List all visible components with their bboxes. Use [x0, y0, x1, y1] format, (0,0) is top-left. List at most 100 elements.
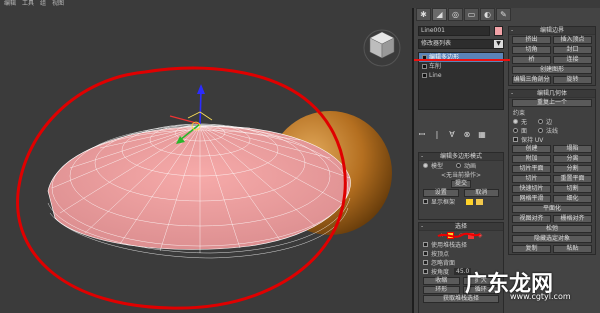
tab-modify[interactable]: ◢: [432, 8, 447, 21]
paste-button[interactable]: 粘贴: [553, 245, 592, 253]
rollout-header[interactable]: - 编辑边界: [509, 27, 595, 35]
detach-button[interactable]: 分离: [553, 155, 592, 163]
stack-toggle-icon[interactable]: [422, 73, 427, 78]
rollout-title: 编辑几何体: [536, 90, 567, 97]
radio-edge[interactable]: [538, 119, 544, 124]
shrink-button[interactable]: 收缩: [423, 276, 460, 285]
grid-align-button[interactable]: 栅格对齐: [553, 215, 592, 223]
slice-plane-button[interactable]: 切片平面: [512, 165, 551, 173]
object-color-swatch[interactable]: [494, 26, 503, 36]
tab-display[interactable]: ◐: [480, 8, 495, 21]
commit-button[interactable]: 提交: [450, 179, 471, 188]
cage-color-swatch[interactable]: [466, 198, 474, 205]
radio-none[interactable]: [513, 119, 518, 124]
reset-plane-button[interactable]: 重置平面: [553, 175, 592, 183]
viewport-canvas[interactable]: [0, 8, 412, 313]
preserve-uv-checkbox[interactable]: [513, 137, 518, 142]
create-button[interactable]: 创建: [512, 145, 551, 153]
collapse-button[interactable]: 塌陷: [553, 145, 592, 153]
object-name-field[interactable]: Line001: [418, 26, 490, 36]
mode-radio-row: 模型 动画: [419, 161, 503, 170]
menu-item-group[interactable]: 组: [40, 0, 46, 8]
tab-hierarchy[interactable]: ◎: [448, 8, 463, 21]
make-unique-icon[interactable]: ∀: [448, 131, 456, 139]
radio-label: 面: [521, 128, 528, 135]
cage-sel-color-swatch[interactable]: [476, 198, 484, 205]
by-vertex-checkbox[interactable]: [423, 251, 428, 256]
show-cage-checkbox[interactable]: [423, 199, 428, 204]
extrude-button[interactable]: 挤出: [512, 36, 551, 44]
modifier-list-dropdown[interactable]: 修改器列表 ▼: [418, 39, 504, 49]
radio-model[interactable]: [423, 163, 428, 168]
attach-button[interactable]: 附加: [512, 155, 551, 163]
stack-item-label: 车削: [429, 63, 442, 70]
menu-item-edit[interactable]: 编辑: [4, 0, 16, 8]
rollout-title: 编辑多边形模式: [439, 153, 482, 160]
constraint-radio-row: 面 法线: [509, 126, 595, 135]
radio-label: 动画: [464, 163, 477, 170]
configure-sets-icon[interactable]: ▦: [478, 131, 486, 139]
cap-button[interactable]: 封口: [553, 46, 592, 54]
tab-motion[interactable]: ▭: [464, 8, 479, 21]
insert-vertex-button[interactable]: 插入顶点: [553, 36, 592, 44]
repeat-last-button[interactable]: 重复上一个: [512, 99, 592, 107]
radio-animate[interactable]: [456, 163, 462, 168]
edit-geometry-rollout: - 编辑几何体 重复上一个 约束 无 边 面 法线 保持 UV 创建 塌陷 附加 分离…: [508, 89, 596, 255]
make-planar-button[interactable]: 平面化: [512, 205, 592, 213]
tessellate-button[interactable]: 细化: [553, 195, 592, 203]
turn-button[interactable]: 旋转: [553, 76, 592, 84]
menu-item-views[interactable]: 视图: [52, 0, 64, 8]
checkbox-row: 保持 UV: [509, 135, 595, 144]
command-panel-tabs: ✱ ◢ ◎ ▭ ◐ ✎: [416, 8, 511, 22]
constraint-radio-row: 无 边: [509, 117, 595, 126]
stack-toggle-icon[interactable]: [422, 64, 427, 69]
chevron-down-icon[interactable]: ▼: [494, 40, 503, 48]
tab-utilities[interactable]: ✎: [496, 8, 511, 21]
show-cage-row: 显示框架: [419, 197, 503, 206]
edit-tri-button[interactable]: 编辑三角剖分: [512, 76, 551, 84]
radio-label: 无: [521, 119, 528, 126]
modifier-column: Line001 修改器列表 ▼ 编辑多边形 车削 Line: [418, 26, 504, 110]
connect-button[interactable]: 连接: [553, 56, 592, 64]
copy-button[interactable]: 复制: [512, 245, 551, 253]
hide-selected-button[interactable]: 隐藏选定对象: [512, 235, 592, 243]
radio-face[interactable]: [513, 128, 518, 133]
menu-item-tools[interactable]: 工具: [22, 0, 34, 8]
chamfer-button[interactable]: 切角: [512, 46, 551, 54]
show-end-result-icon[interactable]: |: [433, 131, 441, 139]
checkbox-label: 保持 UV: [521, 137, 544, 144]
ignore-back-checkbox[interactable]: [423, 260, 428, 265]
meshsmooth-button[interactable]: 网格平滑: [512, 195, 551, 203]
modifier-list-label: 修改器列表: [421, 40, 452, 47]
pin-stack-icon[interactable]: ꟷ: [418, 131, 426, 139]
bridge-button[interactable]: 桥: [512, 56, 551, 64]
cut-button[interactable]: 切割: [553, 185, 592, 193]
remove-modifier-icon[interactable]: ⊗: [463, 131, 471, 139]
radio-label: 模型: [431, 163, 444, 170]
create-shape-button[interactable]: 创建图形: [512, 66, 592, 74]
settings-button[interactable]: 设置: [423, 188, 459, 197]
use-stack-checkbox[interactable]: [423, 242, 428, 247]
quickslice-button[interactable]: 快速切片: [512, 185, 551, 193]
stack-toolbar: ꟷ | ∀ ⊗ ▦: [418, 131, 486, 139]
menu-bar: 编辑 工具 组 视图: [0, 0, 600, 8]
checkbox-label: 忽略背面: [431, 260, 456, 267]
radio-label: 法线: [546, 128, 559, 135]
tab-create[interactable]: ✱: [416, 8, 431, 21]
by-angle-checkbox[interactable]: [423, 269, 428, 274]
slice-button[interactable]: 切片: [512, 175, 551, 183]
viewport-perspective[interactable]: [0, 8, 412, 313]
rollout-header[interactable]: - 编辑几何体: [509, 90, 595, 98]
relax-button[interactable]: 松弛: [512, 225, 592, 233]
stack-item-line[interactable]: Line: [419, 71, 503, 80]
edit-borders-rollout: - 编辑边界 挤出 插入顶点 切角 封口 桥连接 创建图形 编辑三角剖分 旋转: [508, 26, 596, 86]
cancel-button[interactable]: 取消: [463, 188, 499, 197]
stack-item-lathe[interactable]: 车削: [419, 62, 503, 71]
rollout-header[interactable]: - 编辑多边形模式: [419, 153, 503, 161]
radio-normal[interactable]: [538, 128, 544, 133]
ring-button[interactable]: 环形: [423, 285, 460, 294]
split-button[interactable]: 分割: [553, 165, 592, 173]
watermark-url: www.cgtyl.com: [510, 292, 571, 301]
view-align-button[interactable]: 视图对齐: [512, 215, 551, 223]
edit-poly-mode-rollout: - 编辑多边形模式 模型 动画 <无当前操作> 提交 设置 取消 显示框架: [418, 152, 504, 220]
